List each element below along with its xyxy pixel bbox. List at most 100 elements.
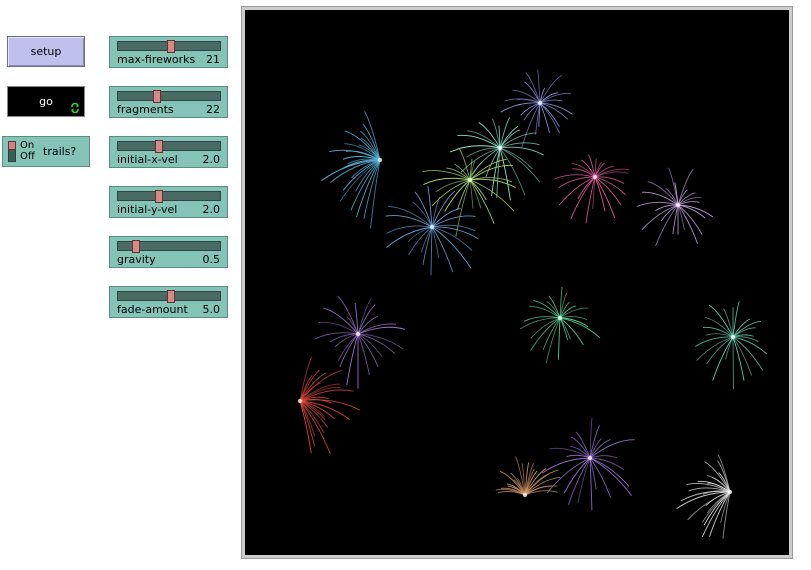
- slider-name: initial-x-vel: [117, 153, 178, 166]
- slider-value: 2.0: [202, 203, 221, 216]
- firework-trail: [594, 176, 606, 212]
- firework-trail: [594, 176, 616, 219]
- firework-trail: [706, 336, 734, 365]
- slider-thumb[interactable]: [154, 140, 163, 153]
- firework-trail: [431, 226, 473, 251]
- slider-name: fragments: [117, 103, 174, 116]
- firework-core: [727, 489, 733, 495]
- firework-trail: [577, 457, 591, 504]
- firework-trail: [589, 439, 635, 459]
- setup-button[interactable]: setup: [7, 36, 85, 67]
- setup-button-label: setup: [30, 45, 62, 58]
- slider-track[interactable]: [117, 90, 221, 103]
- firework-burst: [519, 286, 601, 364]
- firework-trail: [430, 226, 433, 276]
- firework-core: [497, 145, 503, 151]
- switch-on-label: On: [20, 140, 35, 151]
- slider-value: 21: [206, 53, 220, 66]
- firework-trail: [521, 102, 541, 148]
- firework-trail: [557, 317, 561, 360]
- slider-name: initial-y-vel: [117, 203, 178, 216]
- firework-burst: [321, 111, 383, 229]
- firework-trail: [589, 455, 618, 459]
- slider-track[interactable]: [117, 140, 221, 153]
- slider-track[interactable]: [117, 290, 221, 303]
- slider-value: 2.0: [202, 153, 221, 166]
- switch-knob[interactable]: [8, 141, 16, 150]
- slider-thumb[interactable]: [154, 190, 163, 203]
- slider-initial-x-vel[interactable]: initial-x-vel 2.0: [109, 136, 228, 168]
- firework-trail: [539, 102, 560, 134]
- firework-core: [297, 398, 303, 404]
- firework-trail: [546, 457, 591, 494]
- firework-trail: [357, 315, 379, 335]
- firework-trail: [594, 176, 626, 196]
- firework-trail: [422, 226, 433, 266]
- slider-fragments[interactable]: fragments 22: [109, 86, 228, 118]
- slider-gravity[interactable]: gravity 0.5: [109, 236, 228, 268]
- go-button[interactable]: go: [7, 86, 85, 117]
- slider-track[interactable]: [117, 40, 221, 53]
- firework-core: [355, 331, 361, 337]
- firework-burst: [542, 417, 635, 511]
- switch-label: trails?: [43, 145, 77, 158]
- firework-trail: [516, 98, 541, 104]
- firework-trail: [357, 323, 396, 335]
- go-button-label: go: [39, 95, 53, 108]
- firework-trail: [339, 333, 359, 368]
- firework-core: [429, 224, 435, 230]
- firework-burst: [297, 357, 361, 454]
- slider-value: 0.5: [202, 253, 221, 266]
- firework-trail: [677, 204, 685, 230]
- firework-core: [587, 455, 593, 461]
- firework-core: [467, 177, 473, 183]
- slider-name: fade-amount: [117, 303, 188, 316]
- firework-trail: [492, 118, 501, 149]
- firework-burst: [314, 295, 406, 389]
- firework-trail: [423, 177, 471, 185]
- slider-thumb[interactable]: [167, 290, 176, 303]
- slider-track[interactable]: [117, 240, 221, 253]
- firework-core: [557, 315, 563, 321]
- slider-value: 5.0: [202, 303, 221, 316]
- slider-track[interactable]: [117, 190, 221, 203]
- fireworks-canvas: [297, 69, 768, 539]
- firework-trail: [708, 304, 734, 338]
- firework-trail: [732, 336, 745, 381]
- slider-fade-amount[interactable]: fade-amount 5.0: [109, 286, 228, 318]
- firework-trail: [357, 333, 370, 376]
- trails-switch[interactable]: On Off trails?: [2, 136, 90, 167]
- firework-core: [522, 492, 528, 498]
- slider-thumb[interactable]: [152, 90, 161, 103]
- firework-core: [592, 174, 598, 180]
- switch-track[interactable]: [8, 141, 16, 162]
- firework-trail: [431, 226, 472, 269]
- firework-trail: [542, 317, 561, 351]
- slider-name: gravity: [117, 253, 156, 266]
- slider-thumb[interactable]: [167, 40, 176, 53]
- switch-off-label: Off: [20, 151, 35, 162]
- world-view[interactable]: [241, 6, 793, 559]
- forever-icon: [71, 103, 79, 113]
- firework-trail: [695, 336, 734, 347]
- firework-trail: [357, 333, 379, 367]
- slider-value: 22: [206, 103, 220, 116]
- firework-burst: [554, 154, 630, 224]
- firework-core: [537, 100, 543, 106]
- firework-trail: [655, 204, 679, 247]
- slider-name: max-fireworks: [117, 53, 196, 66]
- firework-core: [675, 202, 681, 208]
- firework-trail: [431, 224, 476, 232]
- firework-trail: [545, 317, 561, 364]
- firework-trail: [539, 74, 563, 104]
- firework-core: [377, 157, 383, 163]
- slider-thumb[interactable]: [132, 240, 141, 253]
- firework-trail: [499, 116, 511, 149]
- firework-trail: [412, 202, 433, 228]
- firework-burst: [636, 167, 714, 247]
- slider-initial-y-vel[interactable]: initial-y-vel 2.0: [109, 186, 228, 218]
- firework-core: [730, 334, 736, 340]
- firework-trail: [589, 457, 632, 497]
- firework-burst: [695, 301, 768, 390]
- slider-max-fireworks[interactable]: max-fireworks 21: [109, 36, 228, 68]
